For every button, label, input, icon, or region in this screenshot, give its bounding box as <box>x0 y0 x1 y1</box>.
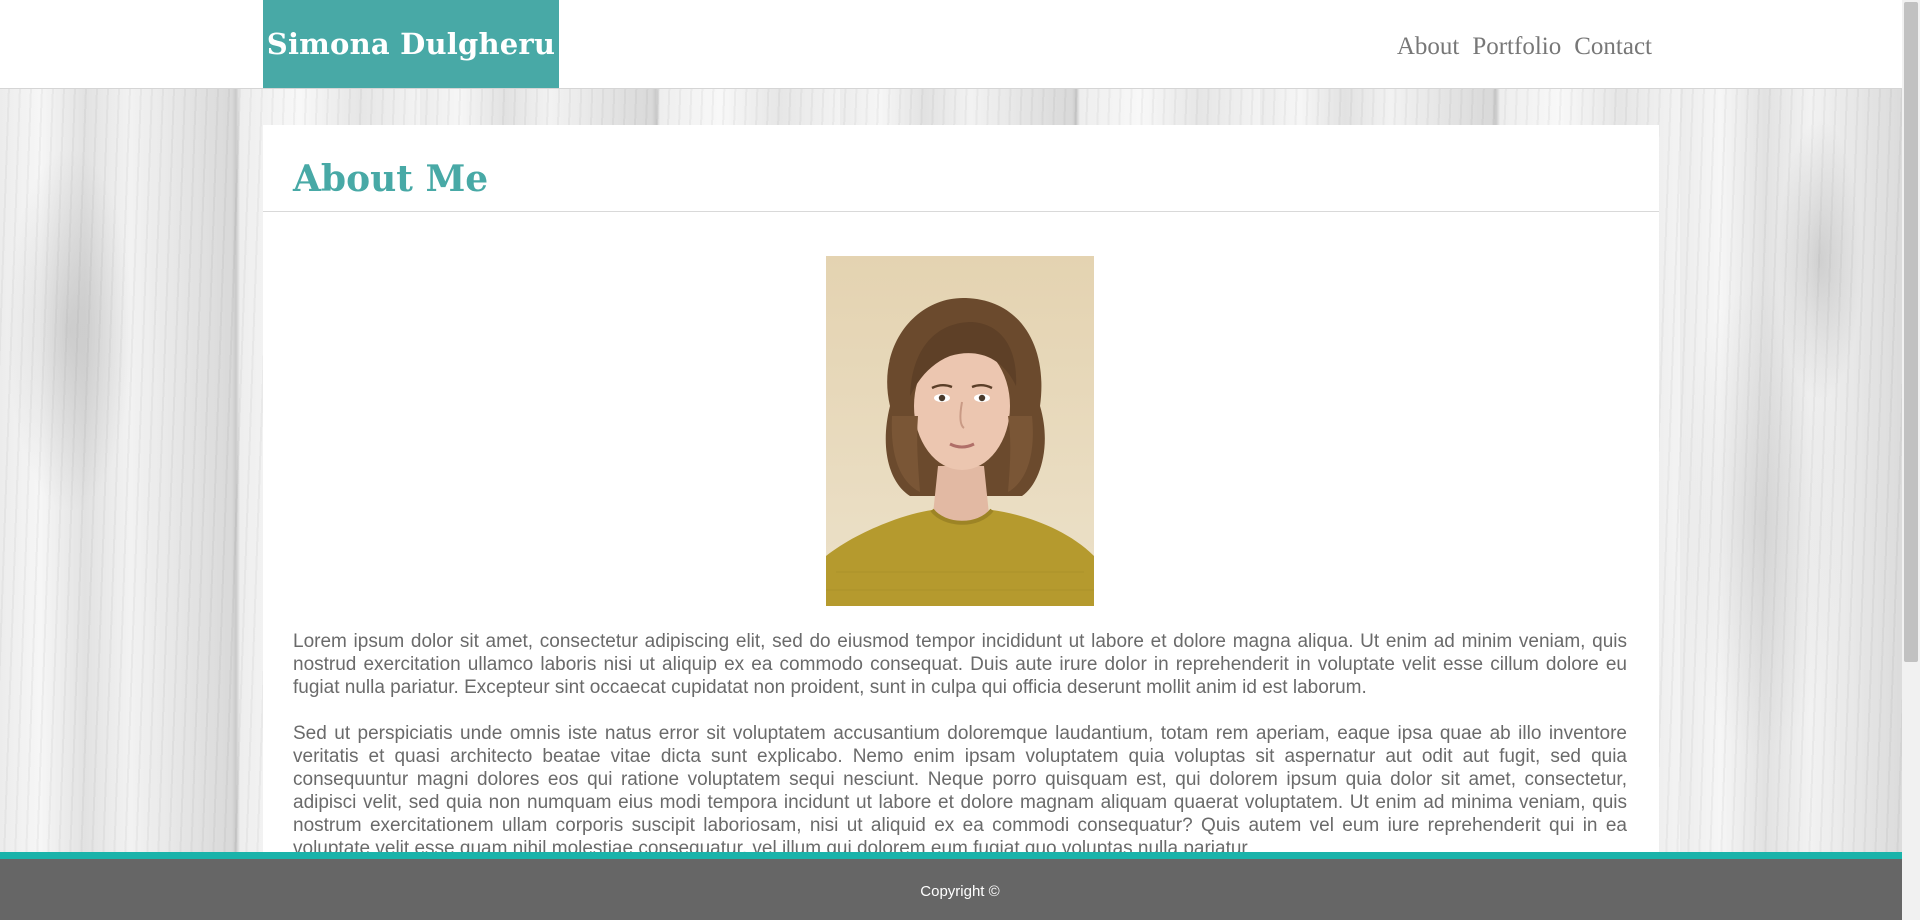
main-nav: About Portfolio Contact <box>1397 32 1652 62</box>
title-divider <box>263 211 1659 212</box>
nav-link-portfolio[interactable]: Portfolio <box>1472 32 1561 62</box>
portrait-photo-icon <box>826 256 1094 606</box>
about-paragraph-1: Lorem ipsum dolor sit amet, consectetur … <box>293 631 1627 698</box>
site-header: Simona Dulgheru About Portfolio Contact <box>0 0 1920 89</box>
scrollbar-thumb[interactable] <box>1904 2 1918 662</box>
footer-accent-line <box>0 852 1920 859</box>
brand-name: Simona Dulgheru <box>266 27 556 61</box>
site-footer: Copyright © <box>0 859 1920 920</box>
about-card: About Me Lorem ipsum dolor sit amet, con… <box>263 125 1659 855</box>
page-title: About Me <box>293 158 489 200</box>
copyright-text: Copyright © <box>920 883 1000 900</box>
profile-photo <box>826 256 1094 606</box>
nav-link-about[interactable]: About <box>1397 32 1460 62</box>
about-paragraph-2: Sed ut perspiciatis unde omnis iste natu… <box>293 723 1627 855</box>
brand-logo[interactable]: Simona Dulgheru <box>263 0 559 88</box>
nav-link-contact[interactable]: Contact <box>1574 32 1652 62</box>
